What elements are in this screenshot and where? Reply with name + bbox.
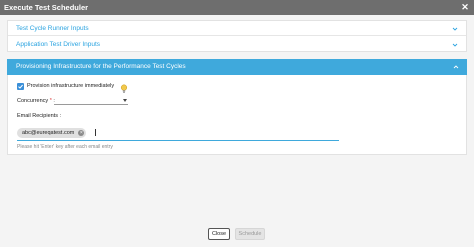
email-recipients-label: Email Recipients :: [17, 113, 62, 119]
caret-down-icon: [123, 99, 127, 102]
schedule-button[interactable]: Schedule: [235, 228, 265, 240]
concurrency-label: Concurrency * :: [17, 97, 55, 106]
email-hint: Please hit 'Enter' key after each email …: [17, 144, 113, 150]
email-chip-text: abc@eureqatest.com: [22, 130, 75, 136]
required-marker: *: [49, 98, 52, 104]
section-provisioning-content: Provision infrastructure immediately Con…: [7, 75, 467, 155]
email-input-cursor: [95, 129, 96, 136]
collapsed-sections: Test Cycle Runner Inputs Application Tes…: [7, 20, 467, 52]
email-chip[interactable]: abc@eureqatest.com ×: [17, 128, 87, 138]
dialog-titlebar: Execute Test Scheduler ✕: [0, 0, 474, 15]
concurrency-select[interactable]: [54, 96, 128, 105]
checkmark-icon: [18, 84, 23, 89]
close-icon[interactable]: ✕: [460, 0, 470, 15]
section-runner[interactable]: Test Cycle Runner Inputs: [8, 21, 466, 36]
section-provisioning-header[interactable]: Provisioning Infrastructure for the Perf…: [7, 59, 467, 75]
concurrency-label-text: Concurrency: [17, 98, 49, 104]
lightbulb-icon: [120, 81, 128, 93]
close-button[interactable]: Close: [208, 228, 230, 240]
section-driver-label: Application Test Driver Inputs: [16, 41, 101, 48]
email-input[interactable]: [17, 140, 339, 141]
dialog-title: Execute Test Scheduler: [4, 3, 89, 12]
section-provisioning-label: Provisioning Infrastructure for the Perf…: [16, 63, 186, 70]
chevron-down-icon[interactable]: [452, 42, 458, 48]
provision-checkbox[interactable]: [17, 83, 24, 90]
chevron-down-icon[interactable]: [452, 26, 458, 32]
provision-label: Provision infrastructure immediately: [27, 83, 115, 89]
chevron-up-icon[interactable]: [453, 64, 459, 70]
section-driver[interactable]: Application Test Driver Inputs: [8, 37, 466, 52]
section-runner-label: Test Cycle Runner Inputs: [16, 25, 89, 32]
remove-chip-icon[interactable]: ×: [78, 130, 85, 136]
